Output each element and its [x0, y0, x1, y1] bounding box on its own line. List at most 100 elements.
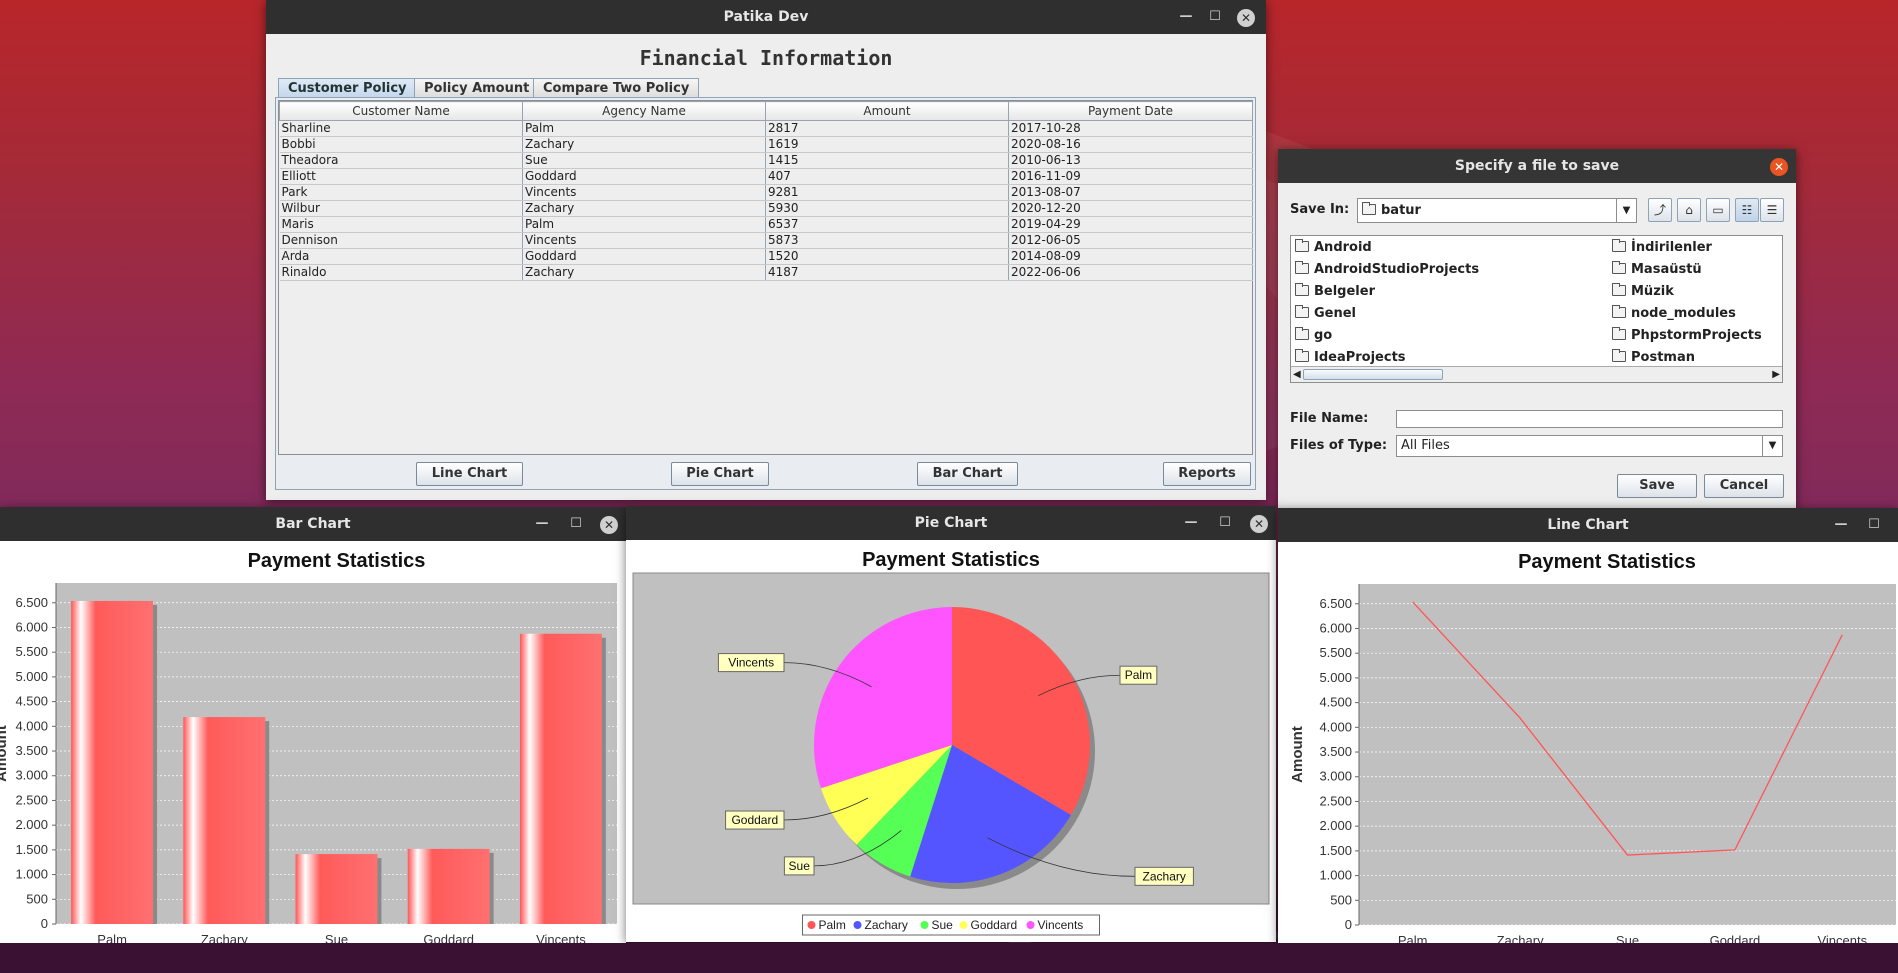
list-view-icon[interactable]: ☷: [1735, 198, 1759, 222]
y-tick-label: 6.500: [1319, 596, 1352, 611]
close-icon[interactable]: ✕: [600, 516, 618, 534]
details-view-icon[interactable]: ☰: [1760, 198, 1784, 222]
financial-window-titlebar[interactable]: Patika Dev — ☐ ✕: [266, 0, 1266, 34]
bar-window-titlebar[interactable]: Bar Chart — ☐ ✕: [0, 507, 626, 541]
file-list-item[interactable]: Postman: [1612, 348, 1695, 368]
table-cell: Dennison: [279, 232, 523, 249]
table-cell: Palm: [522, 216, 766, 233]
bar-chart: Payment Statistics 0 500 1.000 1.500 2.000 2.5…: [0, 550, 617, 943]
pie-window-titlebar[interactable]: Pie Chart — ☐ ✕: [626, 506, 1276, 540]
scroll-left-icon[interactable]: ◀: [1293, 367, 1301, 382]
table-row[interactable]: Bobbi Zachary 1619 2020-08-16: [279, 136, 1253, 153]
up-folder-icon[interactable]: ⤴: [1648, 198, 1672, 222]
file-name: PhpstormProjects: [1631, 328, 1762, 343]
chevron-down-icon[interactable]: ▼: [1762, 436, 1782, 456]
reports-button[interactable]: Reports: [1163, 462, 1251, 486]
maximize-icon[interactable]: ☐: [564, 507, 588, 541]
tab-compare-two-policy[interactable]: Compare Two Policy: [533, 78, 700, 98]
table-cell: Goddard: [522, 248, 766, 265]
chart-title: Payment Statistics: [248, 550, 426, 572]
minimize-icon[interactable]: —: [1829, 508, 1853, 542]
table-cell: 2017-10-28: [1008, 120, 1253, 137]
table-cell: 1520: [765, 248, 1009, 265]
file-list-item[interactable]: Android: [1295, 238, 1372, 258]
tab-policy-amount[interactable]: Policy Amount: [414, 78, 540, 98]
table-row[interactable]: Maris Palm 6537 2019-04-29: [279, 216, 1253, 233]
line-window-titlebar[interactable]: Line Chart — ☐: [1278, 508, 1898, 542]
file-name-input[interactable]: [1396, 410, 1783, 428]
column-header[interactable]: Amount: [765, 101, 1009, 121]
save-button[interactable]: Save: [1617, 474, 1697, 498]
pie-chart-button[interactable]: Pie Chart: [671, 462, 769, 486]
table-cell: 2020-08-16: [1008, 136, 1253, 153]
file-list-item[interactable]: İndirilenler: [1612, 238, 1712, 258]
column-header[interactable]: Agency Name: [522, 101, 766, 121]
table-row[interactable]: Dennison Vincents 5873 2012-06-05: [279, 232, 1253, 249]
table-cell: 2019-04-29: [1008, 216, 1253, 233]
x-tick-label: Zachary: [201, 932, 248, 943]
table-row[interactable]: Wilbur Zachary 5930 2020-12-20: [279, 200, 1253, 217]
customer-policy-table: Customer Name Agency Name Amount Payment Da…: [278, 100, 1253, 455]
table-cell: Wilbur: [279, 200, 523, 217]
column-header[interactable]: Payment Date: [1008, 101, 1253, 121]
file-list-item[interactable]: go: [1295, 326, 1332, 346]
scroll-thumb[interactable]: [1303, 369, 1443, 380]
maximize-icon[interactable]: ☐: [1203, 0, 1227, 34]
file-list-item[interactable]: Genel: [1295, 304, 1356, 324]
file-list-item[interactable]: Belgeler: [1295, 282, 1375, 302]
legend-swatch: [807, 921, 816, 929]
horizontal-scrollbar[interactable]: ◀ ▶: [1291, 366, 1782, 382]
legend-label: Palm: [819, 918, 846, 932]
file-list-item[interactable]: Masaüstü: [1612, 260, 1702, 280]
table-row[interactable]: Rinaldo Zachary 4187 2022-06-06: [279, 264, 1253, 281]
save-dialog-titlebar[interactable]: Specify a file to save ✕: [1278, 149, 1796, 183]
files-of-type-combo[interactable]: All Files ▼: [1396, 435, 1783, 457]
chart-title: Payment Statistics: [862, 549, 1040, 571]
column-header[interactable]: Customer Name: [279, 101, 523, 121]
new-folder-icon[interactable]: ▭: [1706, 198, 1730, 222]
table-cell: 1415: [765, 152, 1009, 169]
table-cell: 4187: [765, 264, 1009, 281]
y-tick-label: 4.000: [15, 718, 48, 733]
file-list-item[interactable]: node_modules: [1612, 304, 1736, 324]
minimize-icon[interactable]: —: [1179, 506, 1203, 540]
scroll-right-icon[interactable]: ▶: [1772, 367, 1780, 382]
financial-window: Patika Dev — ☐ ✕ Financial Information C…: [266, 0, 1266, 500]
close-icon[interactable]: ✕: [1237, 9, 1255, 27]
file-list-item[interactable]: Müzik: [1612, 282, 1674, 302]
x-tick-label: Palm: [97, 932, 127, 943]
maximize-icon[interactable]: ☐: [1213, 506, 1237, 540]
table-cell: Theadora: [279, 152, 523, 169]
bar-palm: [71, 600, 154, 924]
table-row[interactable]: Elliott Goddard 407 2016-11-09: [279, 168, 1253, 185]
table-row[interactable]: Theadora Sue 1415 2010-06-13: [279, 152, 1253, 169]
file-name: İndirilenler: [1631, 240, 1712, 255]
table-cell: Bobbi: [279, 136, 523, 153]
close-icon[interactable]: ✕: [1250, 515, 1268, 533]
cancel-button[interactable]: Cancel: [1704, 474, 1784, 498]
tab-customer-policy[interactable]: Customer Policy: [278, 78, 417, 98]
close-icon[interactable]: ✕: [1770, 158, 1788, 176]
plot-area: [1359, 584, 1896, 925]
file-list-item[interactable]: PhpstormProjects: [1612, 326, 1762, 346]
chevron-down-icon[interactable]: ▼: [1616, 199, 1636, 222]
file-name: Postman: [1631, 350, 1695, 365]
table-row[interactable]: Park Vincents 9281 2013-08-07: [279, 184, 1253, 201]
save-in-combo[interactable]: batur ▼: [1357, 198, 1637, 223]
bar-chart-button[interactable]: Bar Chart: [917, 462, 1018, 486]
maximize-icon[interactable]: ☐: [1862, 508, 1886, 542]
minimize-icon[interactable]: —: [530, 507, 554, 541]
table-cell: 2013-08-07: [1008, 184, 1253, 201]
folder-icon: [1612, 327, 1626, 340]
window-title: Pie Chart: [914, 515, 988, 531]
line-chart-button[interactable]: Line Chart: [416, 462, 523, 486]
table-cell: Zachary: [522, 200, 766, 217]
file-name: Müzik: [1631, 284, 1674, 299]
file-list-item[interactable]: AndroidStudioProjects: [1295, 260, 1479, 280]
y-tick-label: 4.500: [15, 694, 48, 709]
minimize-icon[interactable]: —: [1174, 0, 1198, 34]
table-row[interactable]: Sharline Palm 2817 2017-10-28: [279, 120, 1253, 137]
table-row[interactable]: Arda Goddard 1520 2014-08-09: [279, 248, 1253, 265]
file-list-item[interactable]: IdeaProjects: [1295, 348, 1406, 368]
home-icon[interactable]: ⌂: [1677, 198, 1701, 222]
